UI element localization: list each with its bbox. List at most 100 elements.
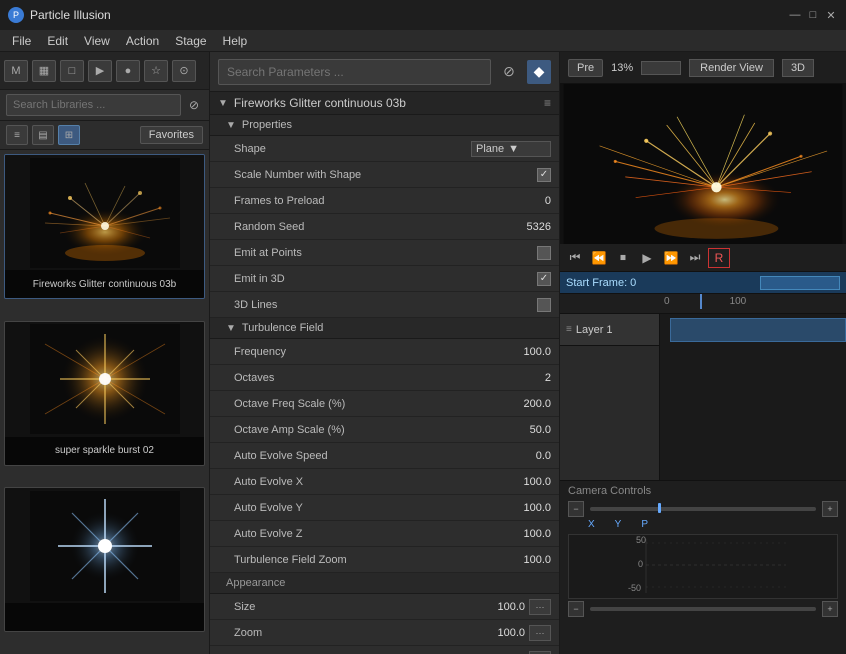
goto-end-button[interactable]: ⏭ bbox=[684, 248, 706, 268]
library-thumb-2 bbox=[5, 322, 204, 437]
dropdown-arrow-icon: ▼ bbox=[508, 143, 519, 155]
camera-plus-button[interactable]: + bbox=[822, 501, 838, 517]
shape-row: Shape Plane ▼ bbox=[210, 136, 559, 162]
layer-icon: ≡ bbox=[566, 324, 572, 335]
menu-file[interactable]: File bbox=[4, 32, 39, 50]
octaves-value: 2 bbox=[491, 372, 551, 384]
scale-number-checkbox[interactable] bbox=[537, 168, 551, 182]
app-icon: P bbox=[8, 7, 24, 23]
goto-start-button[interactable]: ⏮ bbox=[564, 248, 586, 268]
layer-track-bar bbox=[670, 318, 846, 342]
menu-help[interactable]: Help bbox=[215, 32, 256, 50]
render-view-button[interactable]: Render View bbox=[689, 59, 774, 77]
favorites-button[interactable]: Favorites bbox=[140, 126, 203, 144]
3d-button[interactable]: 3D bbox=[782, 59, 814, 77]
start-frame-label: Start Frame: 0 bbox=[566, 277, 636, 289]
library-item-2[interactable]: super sparkle burst 02 bbox=[4, 321, 205, 466]
library-item-1[interactable]: Fireworks Glitter continuous 03b bbox=[4, 154, 205, 299]
library-thumb-3 bbox=[5, 488, 204, 603]
emitter-menu-icon[interactable]: ≡ bbox=[544, 96, 551, 110]
list-view-button[interactable]: ≡ bbox=[6, 125, 28, 145]
properties-subsection-header[interactable]: ▼ Properties bbox=[210, 115, 559, 136]
octaves-row: Octaves 2 bbox=[210, 365, 559, 391]
timeline-content: ≡ Layer 1 bbox=[560, 314, 846, 480]
view-toggle-bar: ≡ ▤ ⊞ Favorites bbox=[0, 121, 209, 150]
size-options-button[interactable]: ··· bbox=[529, 599, 551, 615]
auto-evolve-x-value: 100.0 bbox=[491, 476, 551, 488]
frames-preload-label: Frames to Preload bbox=[234, 195, 491, 207]
octave-freq-label: Octave Freq Scale (%) bbox=[234, 398, 491, 410]
star-tool-button[interactable]: ☆ bbox=[144, 60, 168, 82]
opacity-options-button[interactable]: ··· bbox=[529, 651, 551, 654]
pre-button[interactable]: Pre bbox=[568, 59, 603, 77]
size-label: Size bbox=[234, 601, 465, 613]
play-button[interactable]: ▶ bbox=[636, 248, 658, 268]
octave-freq-value: 200.0 bbox=[491, 398, 551, 410]
minimize-button[interactable]: — bbox=[788, 8, 802, 22]
auto-evolve-y-value: 100.0 bbox=[491, 502, 551, 514]
library-grid: Fireworks Glitter continuous 03b bbox=[0, 150, 209, 654]
turbulence-zoom-row: Turbulence Field Zoom 100.0 bbox=[210, 547, 559, 573]
step-forward-button[interactable]: ⏩ bbox=[660, 248, 682, 268]
m-tool-button[interactable]: M bbox=[4, 60, 28, 82]
camera-slider-1[interactable] bbox=[590, 507, 816, 511]
maximize-button[interactable]: □ bbox=[806, 8, 820, 22]
turbulence-subsection-header[interactable]: ▼ Turbulence Field bbox=[210, 318, 559, 339]
emit-at-points-label: Emit at Points bbox=[234, 247, 537, 259]
menu-view[interactable]: View bbox=[76, 32, 118, 50]
library-item-label-2: super sparkle burst 02 bbox=[5, 437, 204, 465]
menu-edit[interactable]: Edit bbox=[39, 32, 76, 50]
search-libraries-input[interactable] bbox=[6, 94, 181, 116]
close-button[interactable]: ✕ bbox=[824, 8, 838, 22]
camera2-minus-button[interactable]: − bbox=[568, 601, 584, 617]
layer-1-item[interactable]: ≡ Layer 1 bbox=[560, 314, 659, 346]
size-value: 100.0 bbox=[465, 601, 525, 613]
record-button[interactable]: R bbox=[708, 248, 730, 268]
zoom-options-button[interactable]: ··· bbox=[529, 625, 551, 641]
stop-button[interactable]: ⏹ bbox=[612, 248, 634, 268]
title-bar-controls[interactable]: — □ ✕ bbox=[788, 8, 838, 22]
emitter-section-header[interactable]: ▼ Fireworks Glitter continuous 03b ≡ bbox=[210, 92, 559, 115]
shape-dropdown[interactable]: Plane ▼ bbox=[471, 141, 551, 157]
camera-controls-label: Camera Controls bbox=[568, 485, 838, 497]
emit-at-points-checkbox[interactable] bbox=[537, 246, 551, 260]
search-params-input[interactable] bbox=[218, 59, 491, 85]
search-params-cancel-icon[interactable]: ⊘ bbox=[497, 60, 521, 84]
menu-stage[interactable]: Stage bbox=[167, 32, 214, 50]
play-tool-button[interactable]: ▶ bbox=[88, 60, 112, 82]
octave-amp-value: 50.0 bbox=[491, 424, 551, 436]
zoom-value: 100.0 bbox=[465, 627, 525, 639]
opacity-row: Opacity 100.0 ··· bbox=[210, 646, 559, 654]
appearance-header[interactable]: Appearance bbox=[210, 573, 559, 594]
camera-tool-button[interactable]: ⊙ bbox=[172, 60, 196, 82]
library-item-3[interactable] bbox=[4, 487, 205, 632]
appearance-label: Appearance bbox=[226, 577, 285, 589]
x-axis-label: X bbox=[588, 519, 595, 530]
frequency-row: Frequency 100.0 bbox=[210, 339, 559, 365]
3d-lines-checkbox[interactable] bbox=[537, 298, 551, 312]
random-seed-row: Random Seed 5326 bbox=[210, 214, 559, 240]
film-tool-button[interactable]: ▦ bbox=[32, 60, 56, 82]
camera2-plus-button[interactable]: + bbox=[822, 601, 838, 617]
record-tool-button[interactable]: ● bbox=[116, 60, 140, 82]
emit-in-3d-checkbox[interactable] bbox=[537, 272, 551, 286]
grid-view-button[interactable]: ⊞ bbox=[58, 125, 80, 145]
svg-text:50: 50 bbox=[636, 535, 646, 545]
app-title: Particle Illusion bbox=[30, 8, 111, 22]
svg-text:-50: -50 bbox=[628, 583, 641, 593]
shape-label: Shape bbox=[234, 143, 471, 155]
preview-canvas bbox=[560, 84, 846, 244]
timeline-nav: ⏮ ⏪ ⏹ ▶ ⏩ ⏭ R bbox=[560, 244, 846, 272]
detail-view-button[interactable]: ▤ bbox=[32, 125, 54, 145]
step-back-button[interactable]: ⏪ bbox=[588, 248, 610, 268]
title-bar: P Particle Illusion — □ ✕ bbox=[0, 0, 846, 30]
camera-slider-2[interactable] bbox=[590, 607, 816, 611]
random-seed-value: 5326 bbox=[491, 221, 551, 233]
params-pin-button[interactable]: ◆ bbox=[527, 60, 551, 84]
emit-in-3d-label: Emit in 3D bbox=[234, 273, 537, 285]
camera-minus-button[interactable]: − bbox=[568, 501, 584, 517]
search-cancel-icon[interactable]: ⊘ bbox=[185, 96, 203, 114]
coord-graph: 50 0 -50 bbox=[568, 534, 838, 599]
menu-action[interactable]: Action bbox=[118, 32, 167, 50]
box-tool-button[interactable]: □ bbox=[60, 60, 84, 82]
